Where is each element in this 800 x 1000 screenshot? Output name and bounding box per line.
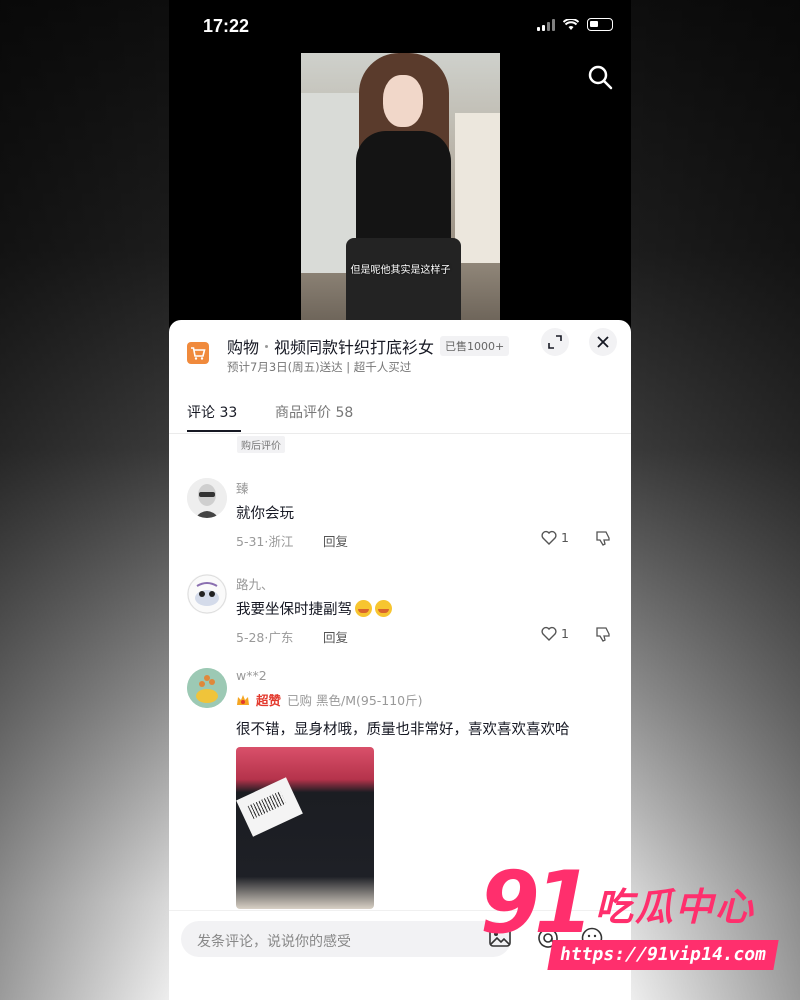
heart-icon <box>541 530 557 545</box>
avatar[interactable] <box>187 478 227 518</box>
comment-author[interactable]: w**2 <box>236 668 267 683</box>
reply-button[interactable]: 回复 <box>323 531 348 550</box>
cart-icon <box>187 342 209 364</box>
expand-icon <box>548 335 562 349</box>
background-right <box>630 0 800 1000</box>
video-person-top <box>356 131 451 246</box>
dislike-icon <box>596 531 610 546</box>
like-button[interactable]: 1 <box>541 626 569 641</box>
comment-input[interactable]: 发条评论，说说你的感受 <box>181 921 511 957</box>
tab-active-indicator <box>187 430 241 432</box>
shop-label: 购物 <box>227 338 260 357</box>
tab-bar: 评论 33 商品评价 58 <box>169 392 631 434</box>
heart-icon <box>541 626 557 641</box>
crown-icon <box>237 694 249 705</box>
video-person-skirt <box>346 238 461 323</box>
expand-button[interactable] <box>541 328 569 356</box>
like-button[interactable]: 1 <box>541 530 569 545</box>
close-icon <box>597 336 609 348</box>
review-photo[interactable] <box>236 747 374 909</box>
video-background-shelf <box>455 113 500 263</box>
status-icons <box>537 18 613 31</box>
avatar[interactable] <box>187 574 227 614</box>
hot-badge: 超赞 <box>256 693 282 708</box>
avatar[interactable] <box>187 668 227 708</box>
separator-dot <box>265 344 269 348</box>
battery-icon <box>587 18 613 31</box>
background-left <box>0 0 170 1000</box>
delivery-info: 预计7月3日(周五)送达 | 超千人买过 <box>227 360 412 374</box>
video-person-face <box>383 75 423 127</box>
status-bar: 17:22 <box>169 0 631 52</box>
comment-input-placeholder: 发条评论，说说你的感受 <box>197 934 351 950</box>
comment-text: 很不错，显身材哦，质量也非常好，喜欢喜欢喜欢哈 <box>236 722 570 738</box>
laugh-cry-emoji-icon <box>375 600 392 617</box>
comment-meta: 5-31·浙江 <box>236 534 294 549</box>
like-count: 1 <box>561 626 569 641</box>
phone-screen: 17:22 但是呢他其实是这样子 购物 视频同款针织打底衫女 已售1000+ 预… <box>169 0 631 1000</box>
tab-product-reviews[interactable]: 商品评价 58 <box>275 402 353 422</box>
reply-button[interactable]: 回复 <box>323 627 348 646</box>
comment-author[interactable]: 路九、 <box>236 574 274 593</box>
cellular-signal-icon <box>537 18 555 31</box>
dislike-button[interactable] <box>595 530 611 550</box>
purchase-badge-row: 超赞 已购 黑色/M(95-110斤) <box>236 690 423 709</box>
comment-meta: 5-28·广东 <box>236 630 294 645</box>
comment-author[interactable]: 臻 <box>236 478 249 497</box>
watermark-url: https://91vip14.com <box>547 940 779 970</box>
dislike-button[interactable] <box>595 626 611 646</box>
after-purchase-tag: 购后评价 <box>237 436 285 453</box>
clothing-tag <box>236 777 303 837</box>
video-player[interactable]: 但是呢他其实是这样子 <box>301 53 500 323</box>
close-button[interactable] <box>589 328 617 356</box>
laugh-cry-emoji-icon <box>355 600 372 617</box>
status-time: 17:22 <box>203 16 250 36</box>
dislike-icon <box>596 627 610 642</box>
wifi-icon <box>563 18 579 30</box>
watermark-brand: 吃瓜中心 <box>595 885 756 929</box>
sold-count-badge: 已售1000+ <box>440 336 510 356</box>
site-watermark: 91 吃瓜中心 https://91vip14.com <box>470 860 780 980</box>
product-title: 视频同款针织打底衫女 <box>274 338 435 357</box>
tab-comments[interactable]: 评论 33 <box>187 402 237 422</box>
like-count: 1 <box>561 530 569 545</box>
purchase-info: 已购 黑色/M(95-110斤) <box>287 693 423 708</box>
watermark-number: 91 <box>480 853 594 953</box>
comment-text-row: 我要坐保时捷副驾 <box>236 598 392 619</box>
comment-text: 我要坐保时捷副驾 <box>236 602 352 618</box>
video-caption: 但是呢他其实是这样子 <box>350 265 451 276</box>
comment-text: 就你会玩 <box>236 506 294 522</box>
search-icon[interactable] <box>587 64 613 90</box>
product-title-row: 购物 视频同款针织打底衫女 已售1000+ <box>227 334 510 358</box>
